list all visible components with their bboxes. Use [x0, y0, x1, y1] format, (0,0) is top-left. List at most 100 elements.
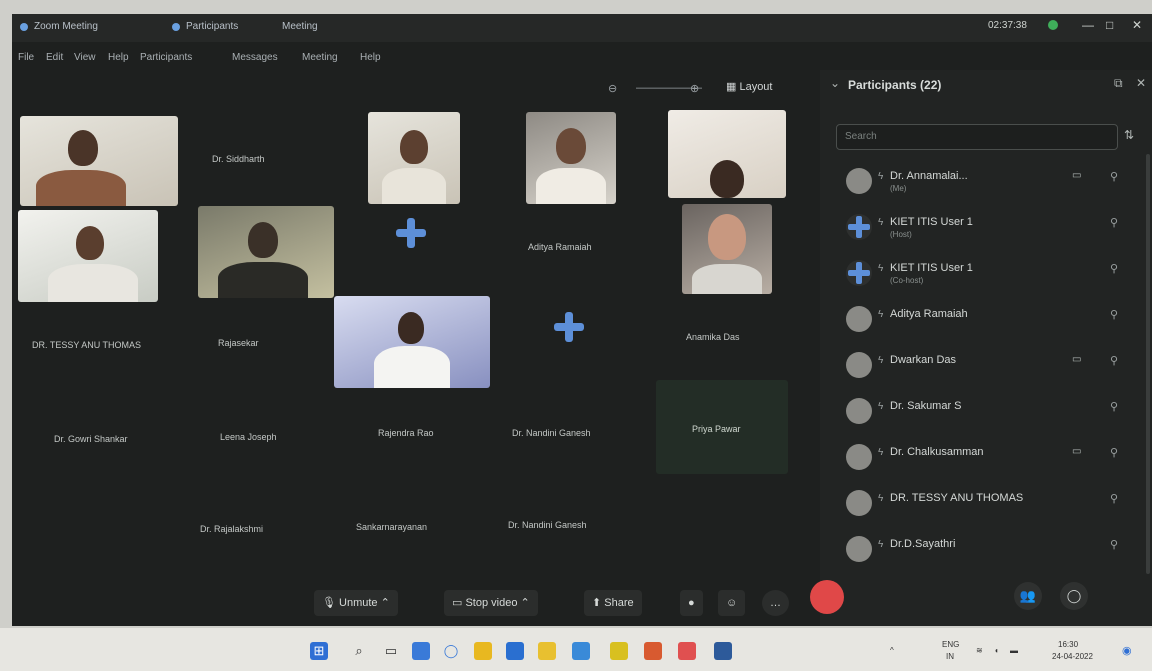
edge-icon[interactable] [572, 642, 590, 660]
tab-zoom-meeting[interactable]: Zoom Meeting [34, 21, 98, 32]
share-button[interactable]: ⬆ Share [584, 590, 642, 616]
avatar [846, 168, 872, 194]
sort-icon[interactable]: ⇅ [1124, 128, 1134, 142]
chat-app-icon[interactable]: ◯ [442, 642, 460, 660]
wifi-icon[interactable]: ≋ [976, 646, 983, 655]
chevron-down-icon[interactable]: ⌄ [830, 76, 840, 90]
mic-off-icon[interactable]: ⚲ [1110, 216, 1118, 229]
mic-muted-icon: ϟ [878, 309, 884, 320]
unmute-button[interactable]: 🎙 Unmute ⌃ [314, 590, 398, 616]
menu-messages[interactable]: Messages [232, 52, 278, 63]
mic-muted-icon: ϟ [878, 355, 884, 366]
menu-edit[interactable]: Edit [46, 52, 63, 63]
menu-view[interactable]: View [74, 52, 96, 63]
mic-off-icon[interactable]: ⚲ [1110, 538, 1118, 551]
tile-name: Rajasekar [218, 338, 259, 348]
record-button[interactable]: ● [680, 590, 703, 616]
menu-help[interactable]: Help [108, 52, 129, 63]
video-tile[interactable] [334, 296, 490, 388]
stop-video-button[interactable]: ▭ Stop video ⌃ [444, 590, 538, 616]
menu-help-2[interactable]: Help [360, 52, 381, 63]
scrollbar[interactable] [1146, 154, 1150, 574]
mic-off-icon[interactable]: ⚲ [1110, 446, 1118, 459]
tab-meeting[interactable]: Meeting [282, 21, 318, 32]
volume-icon[interactable]: ◖ [994, 646, 999, 655]
participant-name: Dr. Chalkusamman [890, 446, 984, 458]
participant-row[interactable]: ϟ Dr. Sakumar S ⚲ [834, 390, 1146, 430]
taskbar-date[interactable]: 24-04-2022 [1052, 652, 1093, 661]
participant-row[interactable]: ϟ KIET ITIS User 1 (Co-host) ⚲ [834, 252, 1146, 292]
control-bar: 🎙 Unmute ⌃ ▭ Stop video ⌃ ⬆ Share ● ☺ … [12, 580, 812, 626]
maximize-button[interactable]: □ [1106, 18, 1113, 32]
mic-off-icon[interactable]: ⚲ [1110, 170, 1118, 183]
avatar [846, 306, 872, 332]
battery-icon[interactable]: ▬ [1010, 646, 1018, 655]
participants-toggle-icon[interactable]: 👥 [1014, 582, 1042, 610]
zoom-app-icon[interactable] [714, 642, 732, 660]
participant-row[interactable]: ϟ Dwarkan Das ▭ ⚲ [834, 344, 1146, 384]
more-button[interactable]: … [762, 590, 789, 616]
menu-meeting[interactable]: Meeting [302, 52, 338, 63]
participant-row[interactable]: ϟ KIET ITIS User 1 (Host) ⚲ [834, 206, 1146, 246]
video-tile[interactable] [682, 204, 772, 294]
zoom-window: Zoom Meeting Participants Meeting 02:37:… [12, 14, 1152, 626]
avatar [846, 214, 872, 240]
search-icon[interactable]: ⌕ [350, 642, 368, 660]
tile-name: Dr. Nandini Ganesh [512, 428, 591, 438]
reactions-button[interactable]: ☺ [718, 590, 746, 616]
zoom-in-icon[interactable]: ⊕ [690, 82, 699, 95]
mic-muted-icon: ϟ [878, 171, 884, 182]
minimize-button[interactable]: — [1082, 18, 1094, 32]
active-speaker-tile[interactable]: Priya Pawar [656, 380, 788, 474]
video-tile[interactable] [368, 112, 460, 204]
video-tile[interactable] [668, 110, 786, 198]
menu-file[interactable]: File [18, 52, 34, 63]
popout-icon[interactable]: ⧉ [1114, 76, 1123, 91]
participant-row[interactable]: ϟ DR. TESSY ANU THOMAS ⚲ [834, 482, 1146, 522]
camera-icon: ▭ [1072, 170, 1082, 181]
widgets-icon[interactable] [412, 642, 430, 660]
participant-row[interactable]: ϟ Dr. Chalkusamman ▭ ⚲ [834, 436, 1146, 476]
menu-participants[interactable]: Participants [140, 52, 192, 63]
start-icon[interactable]: ⊞ [310, 642, 328, 660]
tab-participants[interactable]: Participants [186, 21, 238, 32]
zoom-avatar-icon [396, 218, 426, 248]
shield-icon[interactable] [1048, 20, 1058, 30]
notification-icon[interactable]: ◉ [1122, 644, 1132, 657]
tray-chevron-icon[interactable]: ^ [890, 646, 894, 655]
language-indicator[interactable]: ENG [942, 640, 959, 649]
store-icon[interactable] [506, 642, 524, 660]
task-view-icon[interactable]: ▭ [382, 642, 400, 660]
zoom-out-icon[interactable]: ⊖ [608, 82, 617, 95]
mic-off-icon[interactable]: ⚲ [1110, 354, 1118, 367]
mic-muted-icon: ϟ [878, 217, 884, 228]
chrome-icon-3[interactable] [644, 642, 662, 660]
tile-name: Anamika Das [686, 332, 740, 342]
unmute-label: Unmute [339, 597, 378, 609]
close-button[interactable]: ✕ [1132, 18, 1142, 32]
mic-off-icon[interactable]: ⚲ [1110, 400, 1118, 413]
participant-row[interactable]: ϟ Dr.D.Sayathri ⚲ [834, 528, 1146, 568]
chrome-icon[interactable] [474, 642, 492, 660]
zoom-icon [20, 23, 28, 31]
participant-row[interactable]: ϟ Aditya Ramaiah ⚲ [834, 298, 1146, 338]
video-tile[interactable] [18, 210, 158, 302]
close-icon[interactable]: ✕ [1136, 76, 1146, 90]
video-tile[interactable] [526, 112, 616, 204]
end-call-button[interactable] [810, 580, 844, 614]
tile-name: Dr. Nandini Ganesh [508, 520, 587, 530]
mic-off-icon[interactable]: ⚲ [1110, 308, 1118, 321]
participant-row[interactable]: ϟ Dr. Annamalai... (Me) ▭ ⚲ [834, 160, 1146, 200]
folder-icon[interactable] [538, 642, 556, 660]
search-input[interactable]: Search [836, 124, 1118, 150]
mic-off-icon[interactable]: ⚲ [1110, 492, 1118, 505]
mic-off-icon[interactable]: ⚲ [1110, 262, 1118, 275]
taskbar-time[interactable]: 16:30 [1058, 640, 1078, 649]
video-tile[interactable] [198, 206, 334, 298]
layout-button[interactable]: ▦ Layout [726, 80, 772, 93]
chrome-icon-4[interactable] [678, 642, 696, 660]
chat-icon[interactable]: ◯ [1060, 582, 1088, 610]
chrome-icon-2[interactable] [610, 642, 628, 660]
tile-name: Sankarnarayanan [356, 522, 428, 532]
video-tile[interactable] [20, 116, 178, 206]
